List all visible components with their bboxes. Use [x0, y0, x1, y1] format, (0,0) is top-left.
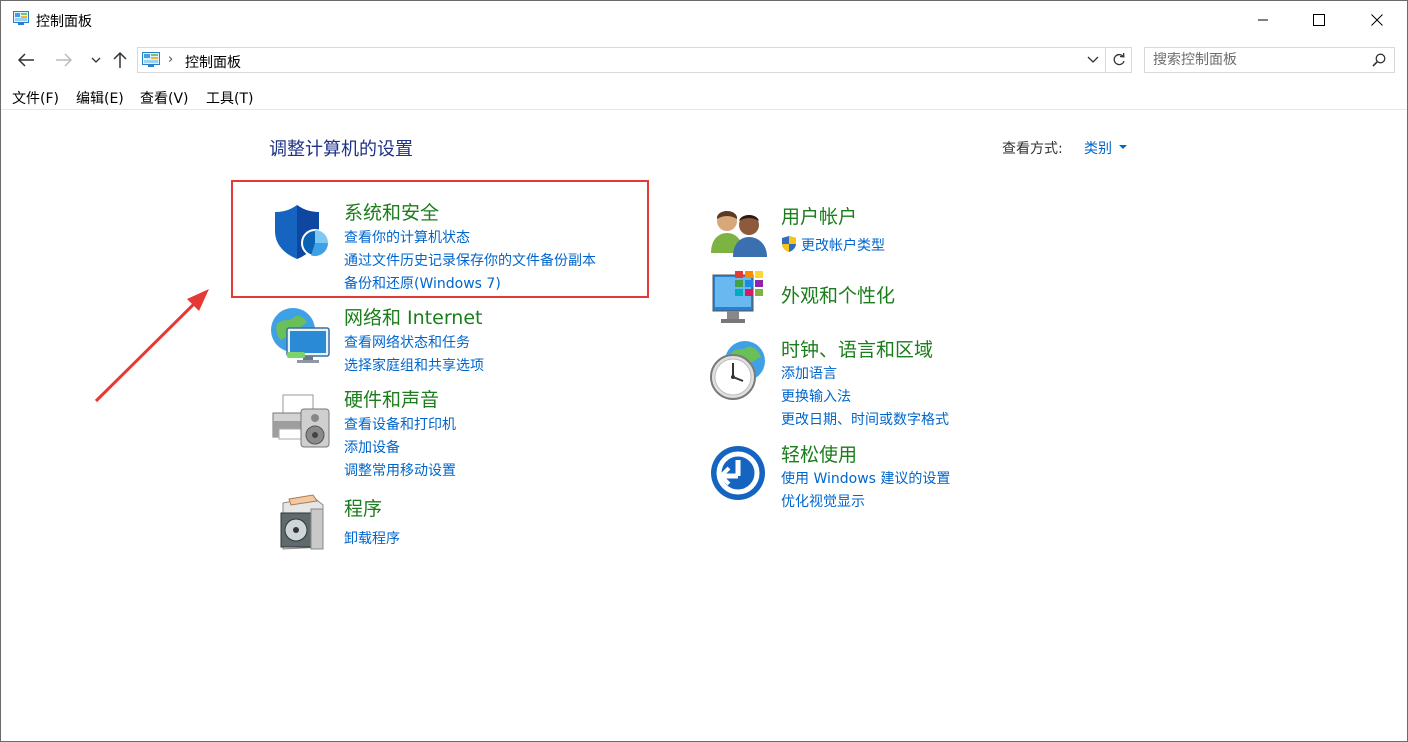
link-mobility-settings[interactable]: 调整常用移动设置: [344, 460, 456, 480]
maximize-icon: [1313, 14, 1325, 26]
chevron-down-icon[interactable]: [1087, 53, 1099, 65]
arrow-right-icon: [56, 53, 73, 67]
menu-edit[interactable]: 编辑(E): [76, 88, 124, 108]
address-bar[interactable]: › 控制面板: [137, 47, 1106, 73]
users-icon[interactable]: [709, 205, 769, 257]
link-optimize-display[interactable]: 优化视觉显示: [781, 491, 865, 511]
refresh-button[interactable]: [1106, 47, 1132, 73]
category-user-accounts[interactable]: 用户帐户: [781, 202, 857, 229]
control-panel-icon: [142, 52, 160, 67]
breadcrumb-control-panel[interactable]: 控制面板: [185, 52, 241, 72]
menu-bar: 文件(F) 编辑(E) 查看(V) 工具(T): [1, 85, 1407, 110]
window-title: 控制面板: [36, 14, 92, 30]
link-add-language[interactable]: 添加语言: [781, 363, 837, 383]
forward-button[interactable]: [53, 49, 75, 71]
minimize-button[interactable]: [1235, 1, 1291, 39]
category-ease-of-access[interactable]: 轻松使用: [781, 440, 857, 467]
ease-of-access-icon[interactable]: [709, 444, 767, 502]
back-button[interactable]: [15, 49, 37, 71]
category-network-internet[interactable]: 网络和 Internet: [344, 303, 482, 330]
refresh-icon: [1113, 53, 1125, 66]
category-hardware-sound[interactable]: 硬件和声音: [344, 385, 439, 412]
arrow-left-icon: [17, 53, 34, 67]
close-icon: [1371, 14, 1383, 26]
view-by-dropdown[interactable]: 类别: [1084, 138, 1112, 158]
category-appearance-personalization[interactable]: 外观和个性化: [781, 281, 895, 308]
menu-tools[interactable]: 工具(T): [206, 88, 253, 108]
caret-down-icon[interactable]: [1119, 145, 1127, 149]
chevron-down-icon: [91, 57, 101, 63]
appearance-icon[interactable]: [709, 269, 769, 327]
search-box[interactable]: [1144, 47, 1395, 73]
close-button[interactable]: [1349, 1, 1405, 39]
title-bar: 控制面板: [1, 1, 1407, 39]
page-title: 调整计算机的设置: [269, 139, 413, 160]
annotation-highlight-box: [231, 180, 649, 298]
view-by-label: 查看方式:: [1002, 141, 1063, 157]
uac-shield-icon: [782, 236, 796, 252]
link-devices-printers[interactable]: 查看设备和打印机: [344, 414, 456, 434]
link-homegroup-sharing[interactable]: 选择家庭组和共享选项: [344, 355, 484, 375]
link-recommended-settings[interactable]: 使用 Windows 建议的设置: [781, 468, 950, 488]
search-icon[interactable]: [1372, 53, 1386, 67]
link-add-device[interactable]: 添加设备: [344, 437, 400, 457]
breadcrumb-separator[interactable]: ›: [168, 52, 173, 67]
network-icon[interactable]: [269, 306, 333, 366]
programs-icon[interactable]: [273, 493, 329, 553]
maximize-button[interactable]: [1291, 1, 1347, 39]
recent-locations-button[interactable]: [85, 49, 107, 71]
menu-view[interactable]: 查看(V): [140, 88, 189, 108]
search-input[interactable]: [1145, 48, 1373, 72]
link-change-input-method[interactable]: 更换输入法: [781, 386, 851, 406]
control-panel-window: 控制面板 › 控制面板 搜索控制面板 文件(F) 编辑(E) 查看(V) 工具(…: [0, 0, 1408, 742]
category-programs[interactable]: 程序: [344, 494, 382, 521]
clock-globe-icon[interactable]: [707, 339, 769, 401]
arrow-up-icon: [113, 51, 127, 68]
up-button[interactable]: [109, 49, 131, 71]
annotation-arrow-icon: [94, 289, 209, 403]
menu-file[interactable]: 文件(F): [12, 88, 59, 108]
control-panel-app-icon: [13, 11, 29, 25]
link-uninstall-program[interactable]: 卸载程序: [344, 528, 400, 548]
category-clock-language-region[interactable]: 时钟、语言和区域: [781, 335, 933, 362]
printer-icon[interactable]: [269, 391, 333, 451]
link-change-account-type[interactable]: 更改帐户类型: [801, 235, 885, 255]
minimize-icon: [1258, 19, 1268, 21]
link-date-time-format[interactable]: 更改日期、时间或数字格式: [781, 409, 949, 429]
link-view-network-status[interactable]: 查看网络状态和任务: [344, 332, 470, 352]
